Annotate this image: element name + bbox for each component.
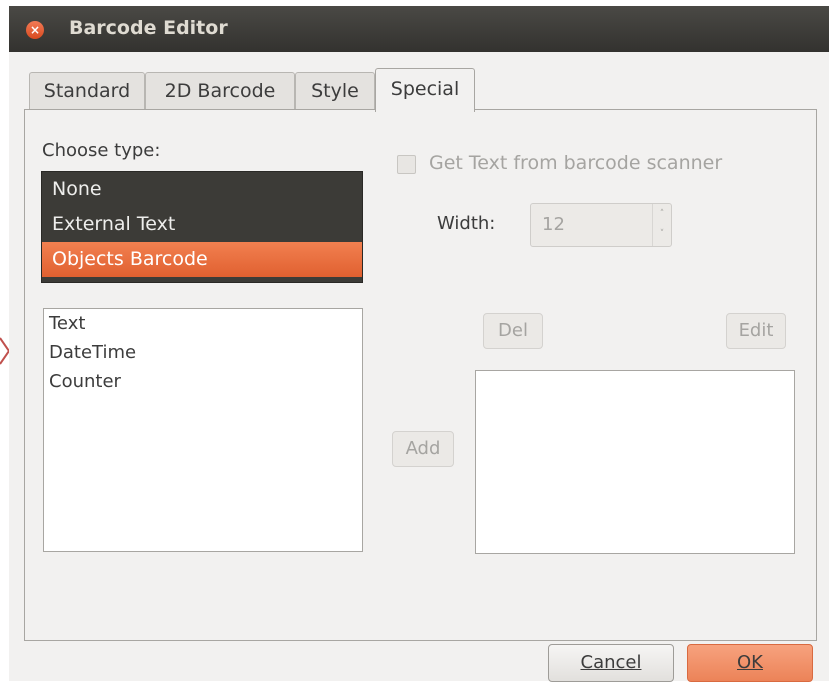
barcode-editor-window: × Barcode Editor Standard 2D Barcode Sty… [9, 6, 829, 682]
choose-type-label: Choose type: [42, 140, 161, 161]
width-label: Width: [437, 213, 496, 234]
scanner-checkbox-label: Get Text from barcode scanner [429, 152, 723, 174]
tab-standard[interactable]: Standard [29, 72, 145, 109]
ok-button[interactable]: OK [687, 644, 813, 682]
type-option-external-text[interactable]: External Text [42, 207, 362, 242]
add-button[interactable]: Add [392, 431, 454, 467]
width-spinbox[interactable]: 12 ˄ ˅ [530, 203, 672, 247]
type-list[interactable]: None External Text Objects Barcode [41, 171, 363, 283]
list-item[interactable]: Counter [44, 367, 362, 396]
edit-button[interactable]: Edit [726, 313, 786, 349]
type-option-objects-barcode[interactable]: Objects Barcode [42, 242, 362, 277]
window-title: Barcode Editor [69, 17, 228, 39]
width-value: 12 [542, 214, 565, 235]
type-option-none[interactable]: None [42, 172, 362, 207]
tab-special[interactable]: Special [375, 68, 475, 112]
list-item[interactable]: Text [44, 309, 362, 338]
tab-style[interactable]: Style [295, 72, 375, 109]
scanner-checkbox[interactable] [397, 155, 416, 174]
cancel-button[interactable]: Cancel [548, 644, 674, 682]
list-item[interactable]: DateTime [44, 338, 362, 367]
objects-list[interactable]: Text DateTime Counter [43, 308, 363, 552]
spin-arrows-icon[interactable]: ˄ ˅ [652, 204, 671, 246]
close-icon[interactable]: × [26, 21, 44, 39]
tab-2d-barcode[interactable]: 2D Barcode [145, 72, 295, 109]
del-button[interactable]: Del [483, 313, 543, 349]
selected-objects-list[interactable] [475, 370, 795, 554]
title-bar: × Barcode Editor [9, 6, 829, 52]
